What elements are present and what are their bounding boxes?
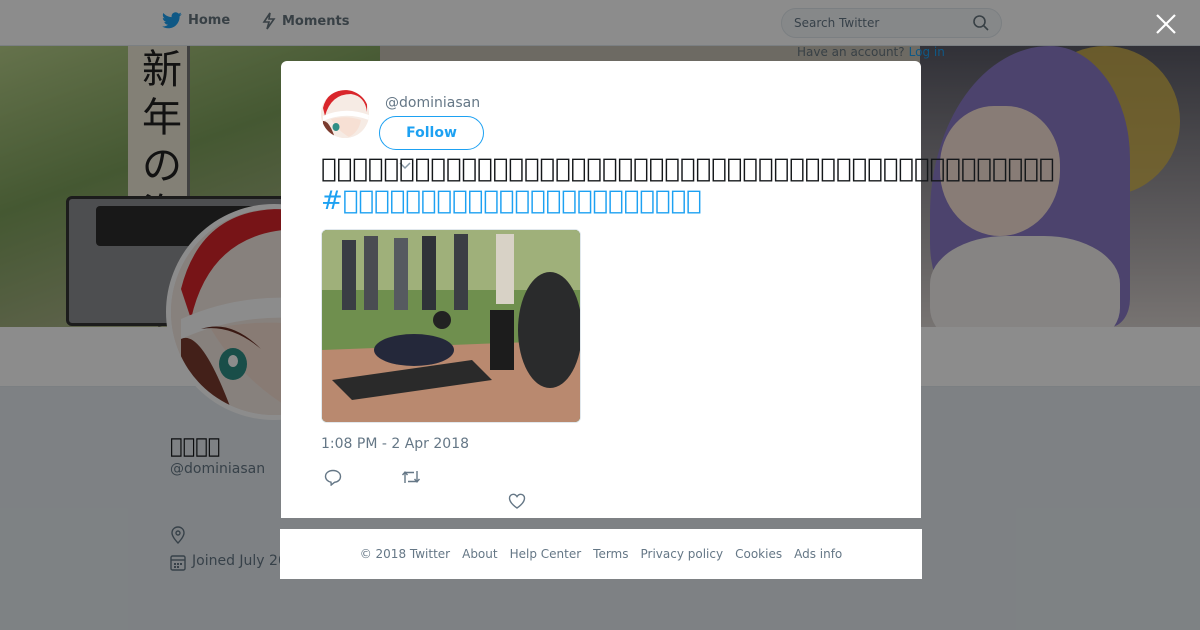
tweet-avatar-illustration (321, 90, 369, 138)
tweet-permalink-modal: @dominiasan Follow                      … (281, 61, 1054, 518)
tweet-author-handle[interactable]: @dominiasan (385, 95, 480, 111)
footer-link-cookies[interactable]: Cookies (735, 547, 782, 561)
retweet-icon[interactable] (401, 469, 421, 485)
footer-link-ads-info[interactable]: Ads info (794, 547, 842, 561)
tweet-body:                                         … (321, 154, 1055, 184)
tweet-author-avatar[interactable] (321, 90, 369, 138)
follow-button[interactable]: Follow (379, 116, 484, 150)
footer-link-help-center[interactable]: Help Center (510, 547, 582, 561)
tweet-photo[interactable] (321, 229, 581, 423)
reply-icon[interactable] (324, 469, 342, 486)
tweet-text:                                         … (321, 153, 1054, 217)
footer: © 2018 Twitter About Help Center Terms P… (280, 529, 922, 579)
footer-copyright: © 2018 Twitter (359, 547, 451, 561)
footer-link-terms[interactable]: Terms (593, 547, 628, 561)
footer-link-about[interactable]: About (462, 547, 497, 561)
footer-link-privacy-policy[interactable]: Privacy policy (641, 547, 724, 561)
tweet-timestamp[interactable]: 1:08 PM - 2 Apr 2018 (321, 436, 469, 452)
heart-icon[interactable] (508, 493, 526, 509)
tweet-hashtag-link[interactable]: #                        (321, 185, 901, 217)
close-icon[interactable] (1154, 12, 1178, 40)
tweet-photo-illustration (322, 230, 580, 422)
